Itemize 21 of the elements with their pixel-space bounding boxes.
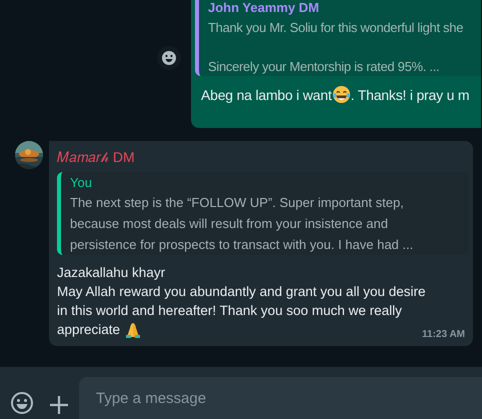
quoted-text: Thank you Mr. Soliu for this wonderful light she Sincerely your Mentorship is rated 95%. ... — [208, 19, 464, 76]
quoted-sender: You — [70, 174, 92, 192]
smiley-icon — [161, 50, 177, 66]
message-input[interactable]: Type a message — [79, 377, 482, 419]
attach-button[interactable] — [49, 395, 69, 415]
message-time: 11:23 AM — [422, 329, 465, 340]
message-text: . Thanks! i pray u m — [350, 87, 470, 103]
laughing-emoji-icon — [332, 85, 351, 104]
quoted-message[interactable]: You The next step is the “FOLLOW UP”. Super important step, because most deals will result from your insistence and persistence for prospects to transact with you. I have had ... — [57, 172, 469, 255]
smiley-icon — [10, 391, 34, 415]
sender-name: 𝑀𝑎𝑚𝑎𝑟𝒽 DM — [57, 148, 135, 166]
praying-hands-emoji-icon — [125, 320, 142, 338]
plus-icon — [49, 395, 69, 415]
quoted-message[interactable]: John Yeammy DM Thank you Mr. Soliu for this wonderful light she Sincerely your Mentorship is rated 95%. ... — [195, 0, 481, 76]
message-text: Jazakallahu khayr — [57, 264, 166, 282]
quoted-text: The next step is the “FOLLOW UP”. Super important step, because most deals will result from your insistence and persistence for prospects to transact with you. I have had ... — [70, 194, 414, 254]
quoted-sender: John Yeammy DM — [208, 1, 320, 15]
emoji-reaction-button[interactable] — [157, 46, 181, 70]
message-text: appreciate — [57, 321, 120, 339]
emoji-button[interactable] — [10, 391, 34, 415]
message-text: Abeg na lambo i want — [201, 87, 332, 103]
